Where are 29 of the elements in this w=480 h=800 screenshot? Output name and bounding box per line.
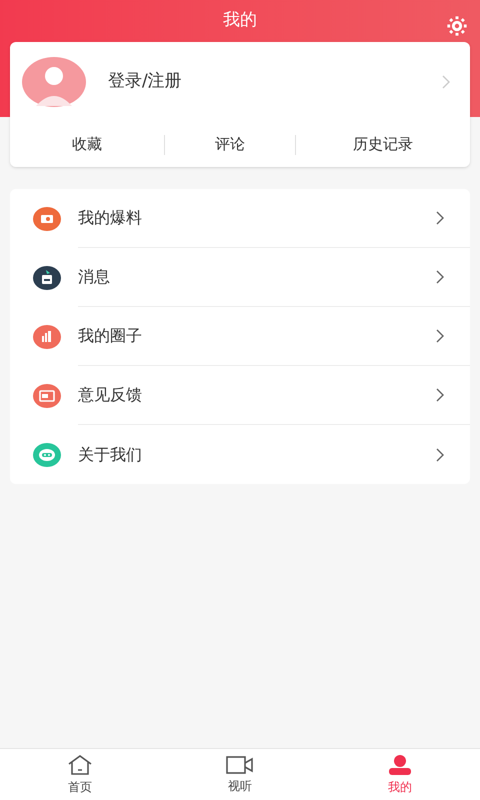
menu-label: 意见反馈 <box>78 384 143 406</box>
chevron-right-icon <box>436 448 444 462</box>
shortcut-tab[interactable]: 历史记录 <box>296 133 470 156</box>
menu-item[interactable]: 消息 <box>10 248 470 307</box>
video-camera-icon <box>226 754 254 774</box>
shortcut-tab[interactable]: 收藏 <box>10 133 164 156</box>
user-icon <box>387 754 413 776</box>
menu-item[interactable]: 关于我们 <box>10 425 470 484</box>
menu-label: 我的爆料 <box>78 207 143 229</box>
tab-bar-item[interactable]: 首页 <box>0 749 160 800</box>
home-icon <box>67 754 93 776</box>
settings-icon[interactable] <box>446 15 468 37</box>
avatar-icon <box>22 56 86 108</box>
menu-item[interactable]: 我的圈子 <box>10 307 470 366</box>
chevron-right-icon <box>436 211 444 225</box>
chevron-right-icon <box>436 388 444 402</box>
chevron-right-icon <box>442 75 450 89</box>
shortcut-tab[interactable]: 评论 <box>165 133 295 156</box>
menu-label: 关于我们 <box>78 444 143 466</box>
page-title: 我的 <box>223 9 257 32</box>
menu-item[interactable]: 意见反馈 <box>10 366 470 425</box>
tab-bar-item[interactable]: 我的 <box>320 749 480 800</box>
menu-label: 消息 <box>78 266 111 288</box>
menu-label: 我的圈子 <box>78 325 143 347</box>
tab-bar-item[interactable]: 视听 <box>160 749 320 800</box>
login-link[interactable]: 登录/注册 <box>108 69 442 95</box>
menu-item[interactable]: 我的爆料 <box>10 189 470 248</box>
chevron-right-icon <box>436 270 444 284</box>
chevron-right-icon <box>436 329 444 343</box>
